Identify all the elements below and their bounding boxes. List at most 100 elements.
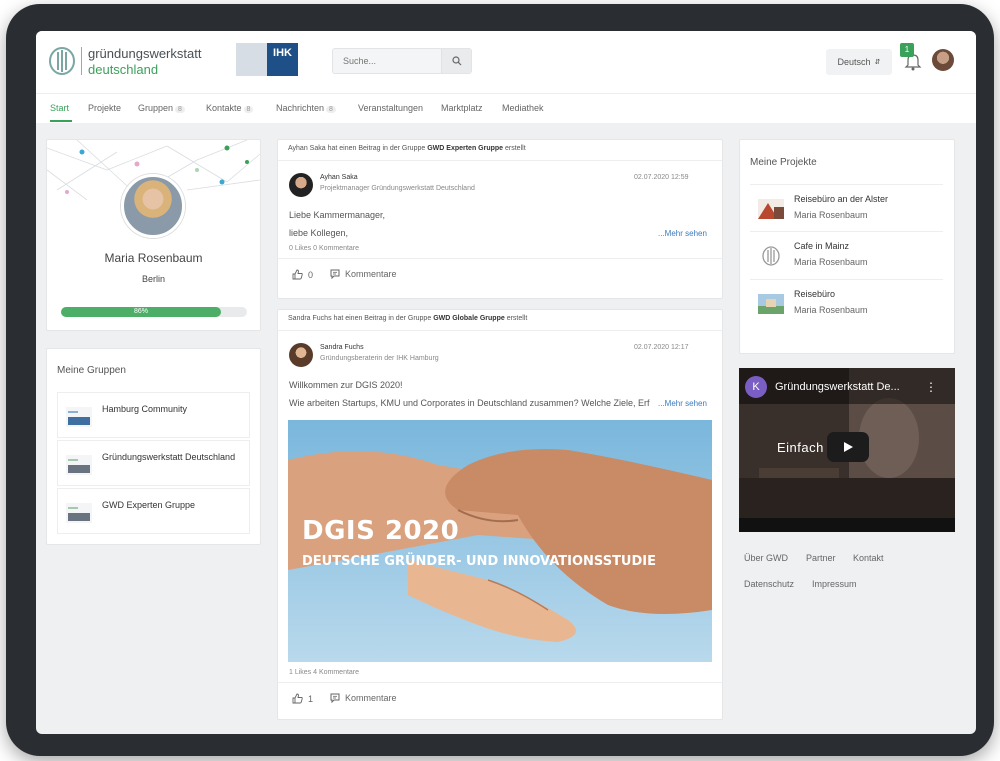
activity-user[interactable]: Sandra Fuchs <box>288 315 332 322</box>
profile-name[interactable]: Maria Rosenbaum <box>47 251 260 265</box>
divider <box>278 682 722 683</box>
group-item[interactable]: GWD Experten Gruppe <box>57 488 250 534</box>
brand-subname[interactable]: deutschland <box>88 62 158 77</box>
post-text-line: Liebe Kammermanager, <box>289 210 386 220</box>
profile-progress-bar: 86% <box>61 307 247 317</box>
video-title[interactable]: Gründungswerkstatt De... <box>775 381 900 393</box>
search-button[interactable] <box>441 49 471 73</box>
main-nav: Start Projekte Gruppen 8 Kontakte 8 Nachri… <box>36 93 976 123</box>
nav-active-indicator <box>50 120 72 122</box>
more-link[interactable]: ...Mehr sehen <box>658 229 707 238</box>
activity-group[interactable]: GWD Globale Gruppe <box>433 315 505 322</box>
project-owner: Maria Rosenbaum <box>794 305 868 315</box>
gwd-logo-icon[interactable] <box>48 47 76 75</box>
group-thumbnail-icon <box>66 407 92 427</box>
nav-kontakte-label: Kontakte <box>206 103 242 113</box>
image-title: DGIS 2020 <box>302 516 460 546</box>
gwd-logo-icon <box>762 246 780 266</box>
post-date: 02.07.2020 12:59 <box>634 174 689 181</box>
author-role: Projektmanager Gründungswerkstatt Deutsc… <box>320 185 475 192</box>
nav-nachrichten[interactable]: Nachrichten 8 <box>276 103 336 113</box>
like-button[interactable]: 0 <box>292 269 313 280</box>
nav-gruppen[interactable]: Gruppen 8 <box>138 103 185 113</box>
nav-mediathek[interactable]: Mediathek <box>502 103 544 113</box>
thumbs-up-icon <box>292 269 303 280</box>
profile-avatar[interactable] <box>121 174 185 238</box>
project-title: Cafe in Mainz <box>794 241 850 251</box>
project-item[interactable]: Reisebüro an der Alster Maria Rosenbaum <box>750 184 943 232</box>
nav-nachrichten-label: Nachrichten <box>276 103 325 113</box>
channel-avatar[interactable]: K <box>745 376 767 398</box>
footer-link-contact[interactable]: Kontakt <box>853 553 884 563</box>
project-item[interactable]: Reisebüro Maria Rosenbaum <box>750 280 943 328</box>
project-owner: Maria Rosenbaum <box>794 257 868 267</box>
author-name[interactable]: Ayhan Saka <box>320 174 358 181</box>
language-select[interactable]: Deutsch ⇵ <box>826 49 892 75</box>
search-icon <box>451 56 461 66</box>
footer-link-privacy[interactable]: Datenschutz <box>744 579 794 589</box>
post-activity-line: Sandra Fuchs hat einen Beitrag in der Gr… <box>288 315 527 322</box>
nav-kontakte[interactable]: Kontakte 8 <box>206 103 254 113</box>
nav-gruppen-count: 8 <box>175 106 185 113</box>
group-item[interactable]: Gründungswerkstatt Deutschland <box>57 440 250 486</box>
nav-projekte[interactable]: Projekte <box>88 103 121 113</box>
ihk-logo-text: IHK <box>267 43 298 76</box>
activity-end: erstellt <box>505 145 526 152</box>
post-stats: 1 Likes 4 Kommentare <box>289 669 360 676</box>
comment-icon <box>330 269 340 279</box>
project-thumbnail-icon <box>758 294 784 314</box>
nav-gruppen-label: Gruppen <box>138 103 174 113</box>
nav-marktplatz[interactable]: Marktplatz <box>441 103 483 113</box>
more-vertical-icon[interactable]: ⋮ <box>925 380 937 394</box>
project-item[interactable]: Cafe in Mainz Maria Rosenbaum <box>750 232 943 280</box>
footer-link-about[interactable]: Über GWD <box>744 553 788 563</box>
feed-post: Ayhan Saka hat einen Beitrag in der Grup… <box>277 139 723 299</box>
nav-start[interactable]: Start <box>50 103 69 113</box>
group-thumbnail-icon <box>66 503 92 523</box>
project-title: Reisebüro an der Alster <box>794 194 889 204</box>
play-button[interactable] <box>827 432 869 462</box>
footer-link-partner[interactable]: Partner <box>806 553 836 563</box>
like-button[interactable]: 1 <box>292 693 313 704</box>
search-input[interactable] <box>333 49 443 73</box>
project-thumbnail-icon <box>758 199 784 219</box>
projects-card: Meine Projekte Reisebüro an der Alster M… <box>739 139 955 354</box>
group-name: Hamburg Community <box>102 404 188 414</box>
post-activity-line: Ayhan Saka hat einen Beitrag in der Grup… <box>288 145 526 152</box>
user-avatar[interactable] <box>932 49 954 71</box>
activity-end: erstellt <box>506 315 528 322</box>
activity-group[interactable]: GWD Experten Gruppe <box>427 145 503 152</box>
group-thumbnail-icon <box>66 455 92 475</box>
author-avatar[interactable] <box>289 343 313 367</box>
nav-kontakte-count: 8 <box>243 106 254 113</box>
comment-icon <box>330 693 340 703</box>
profile-progress-label: 86% <box>133 308 148 315</box>
feed-post: Sandra Fuchs hat einen Beitrag in der Gr… <box>277 309 723 720</box>
author-avatar[interactable] <box>289 173 313 197</box>
profile-city: Berlin <box>141 274 165 284</box>
thumbs-up-icon <box>292 693 303 704</box>
video-embed[interactable]: K Gründungswerkstatt De... ⋮ Einfach nzp… <box>739 368 955 532</box>
select-arrows-icon: ⇵ <box>874 59 881 66</box>
profile-card: Maria Rosenbaum Berlin 86% <box>46 139 261 331</box>
activity-user[interactable]: Ayhan Saka <box>288 145 326 152</box>
play-icon <box>844 442 853 452</box>
ihk-logo[interactable]: IHK <box>236 43 298 76</box>
nav-veranstaltungen[interactable]: Veranstaltungen <box>358 103 423 113</box>
more-link[interactable]: ...Mehr sehen <box>658 399 707 408</box>
groups-title: Meine Gruppen <box>57 365 126 376</box>
post-text-line: liebe Kollegen, <box>289 228 349 238</box>
group-item[interactable]: Hamburg Community <box>57 392 250 438</box>
brand-name[interactable]: gründungswerkstatt <box>88 46 201 61</box>
comment-button[interactable]: Kommentare <box>330 693 397 703</box>
post-text-line: Wie arbeiten Startups, KMU und Corporate… <box>289 398 650 408</box>
author-name[interactable]: Sandra Fuchs <box>320 344 364 351</box>
tablet-frame: gründungswerkstatt deutschland IHK Deuts… <box>6 4 994 756</box>
projects-title: Meine Projekte <box>750 157 817 168</box>
divider <box>278 330 722 331</box>
divider <box>278 258 722 259</box>
footer-link-imprint[interactable]: Impressum <box>812 579 857 589</box>
comment-button[interactable]: Kommentare <box>330 269 397 279</box>
comment-label: Kommentare <box>345 693 397 703</box>
post-image[interactable]: DGIS 2020 DEUTSCHE GRÜNDER- UND INNOVATI… <box>288 420 712 662</box>
